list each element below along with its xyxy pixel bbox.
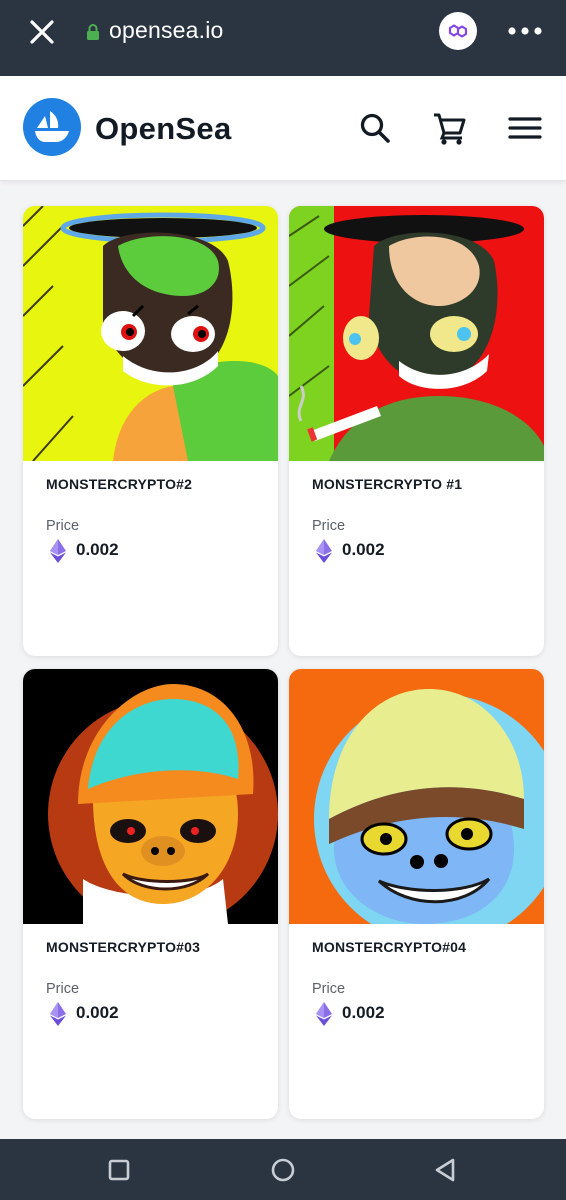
price-label: Price bbox=[312, 518, 346, 534]
nft-price: 0.002 bbox=[342, 1003, 385, 1022]
search-icon[interactable] bbox=[357, 110, 393, 146]
site-header: OpenSea bbox=[0, 76, 566, 181]
nft-card[interactable]: MONSTERCRYPTO #1 Price 0.002 bbox=[289, 206, 544, 656]
back-icon[interactable] bbox=[430, 1155, 460, 1185]
brand-name[interactable]: OpenSea bbox=[95, 111, 231, 147]
opensea-logo[interactable] bbox=[23, 98, 81, 156]
ethereum-icon bbox=[316, 539, 332, 563]
menu-icon[interactable] bbox=[507, 110, 543, 146]
cart-icon[interactable] bbox=[432, 110, 468, 146]
nft-image[interactable] bbox=[23, 206, 278, 461]
ethereum-icon bbox=[316, 1002, 332, 1026]
nft-name[interactable]: MONSTERCRYPTO#04 bbox=[312, 939, 466, 955]
nft-name[interactable]: MONSTERCRYPTO#2 bbox=[46, 476, 192, 492]
price-label: Price bbox=[46, 981, 80, 997]
nft-image[interactable] bbox=[23, 669, 278, 924]
browser-toolbar: opensea.io bbox=[0, 0, 566, 76]
close-icon[interactable] bbox=[26, 16, 58, 48]
nft-name[interactable]: MONSTERCRYPTO #1 bbox=[312, 476, 462, 492]
polygon-extension-button[interactable] bbox=[439, 12, 477, 50]
price-label: Price bbox=[46, 518, 80, 534]
nft-card[interactable]: MONSTERCRYPTO#2 Price 0.002 bbox=[23, 206, 278, 656]
nft-image[interactable] bbox=[289, 206, 544, 461]
system-nav-bar bbox=[0, 1139, 566, 1200]
lock-icon bbox=[87, 24, 99, 40]
nft-price: 0.002 bbox=[76, 540, 119, 559]
nft-card[interactable]: MONSTERCRYPTO#03 Price 0.002 bbox=[23, 669, 278, 1119]
recent-apps-icon[interactable] bbox=[104, 1155, 134, 1185]
ethereum-icon bbox=[50, 1002, 66, 1026]
polygon-icon bbox=[448, 24, 468, 38]
nft-grid: MONSTERCRYPTO#2 Price 0.002 MONSTERCRYPT… bbox=[0, 181, 566, 1139]
address-bar-url[interactable]: opensea.io bbox=[109, 17, 224, 44]
home-icon[interactable] bbox=[268, 1155, 298, 1185]
price-label: Price bbox=[312, 981, 346, 997]
nft-price: 0.002 bbox=[76, 1003, 119, 1022]
more-icon[interactable] bbox=[507, 22, 543, 40]
nft-name[interactable]: MONSTERCRYPTO#03 bbox=[46, 939, 200, 955]
ethereum-icon bbox=[50, 539, 66, 563]
nft-price: 0.002 bbox=[342, 540, 385, 559]
nft-image[interactable] bbox=[289, 669, 544, 924]
nft-card[interactable]: MONSTERCRYPTO#04 Price 0.002 bbox=[289, 669, 544, 1119]
